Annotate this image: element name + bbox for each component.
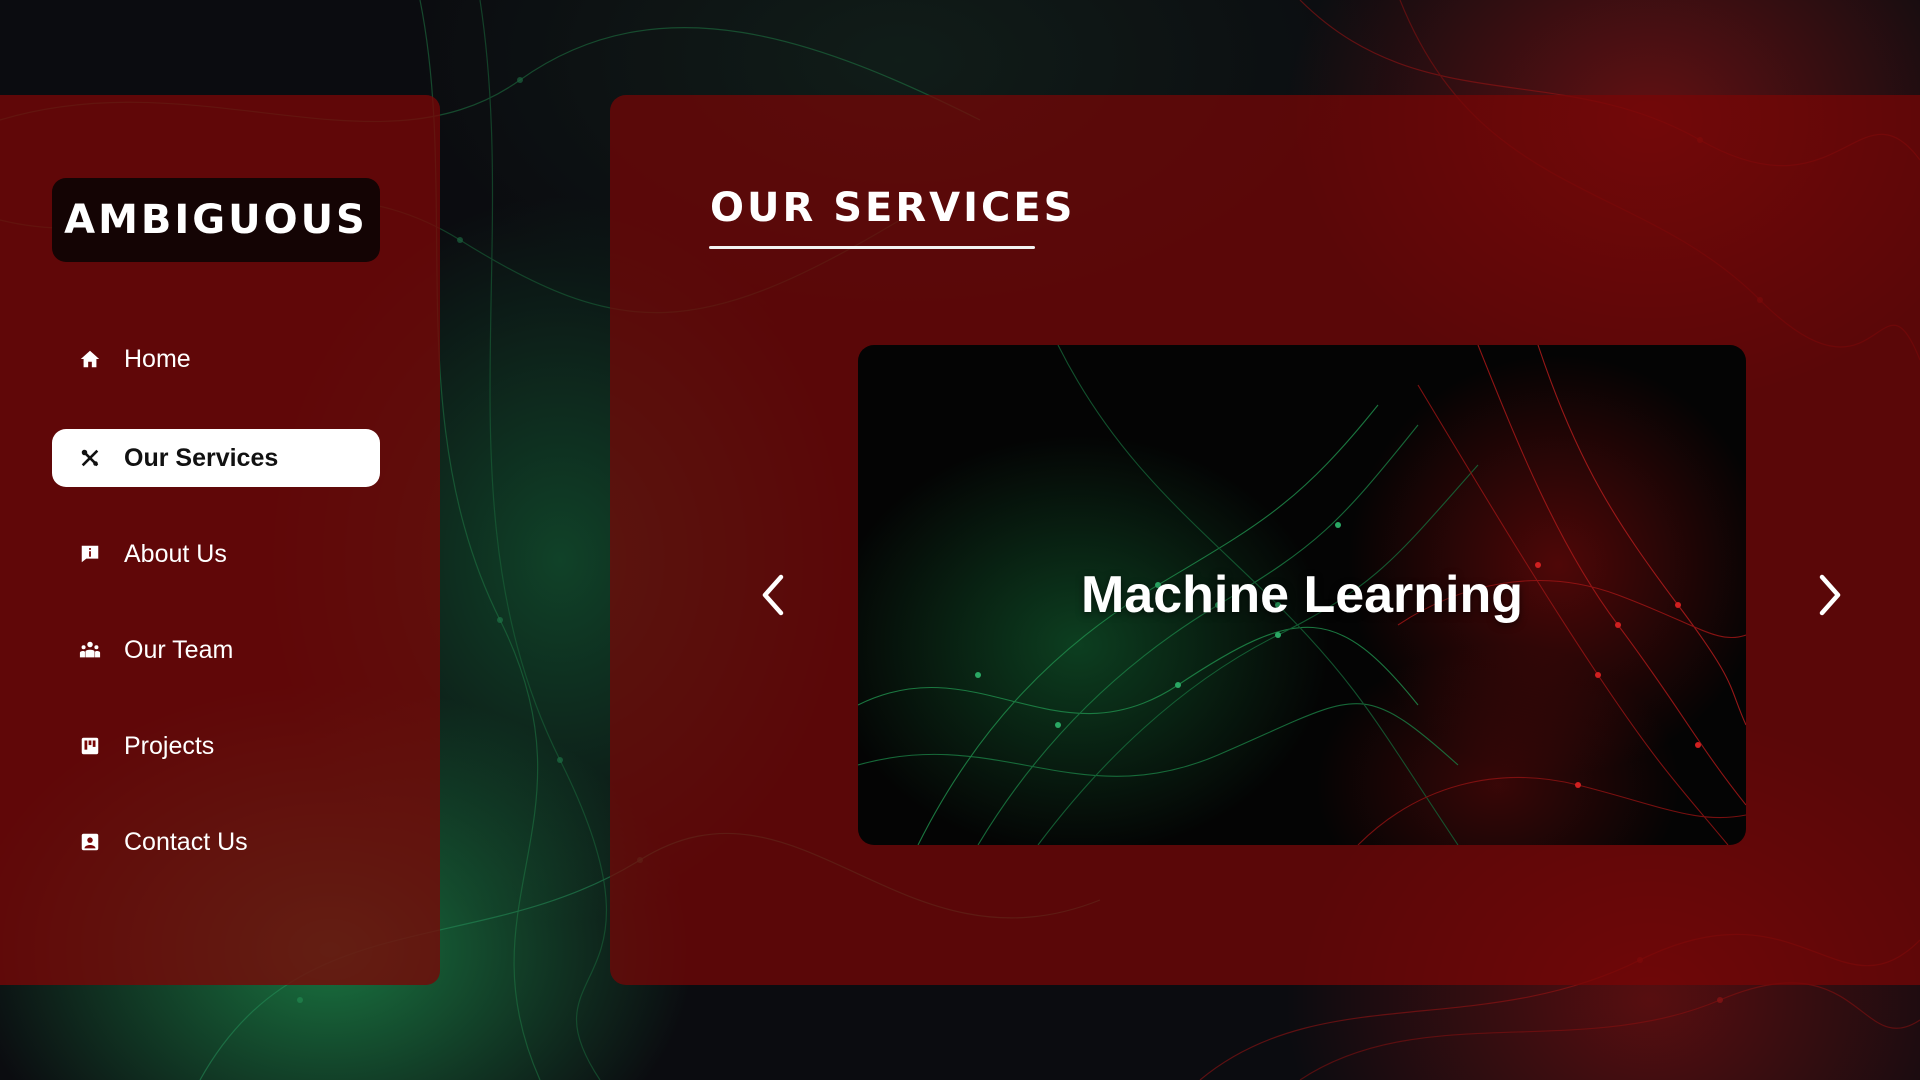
- sidebar: AMBIGUOUS Home Our Services About Us Our…: [0, 95, 440, 985]
- sidebar-item-our-services[interactable]: Our Services: [52, 429, 380, 487]
- title-underline: [709, 246, 1035, 249]
- chevron-right-icon: [1819, 574, 1841, 616]
- sidebar-item-label: Contact Us: [124, 827, 248, 856]
- tools-icon: [79, 447, 101, 469]
- sidebar-item-label: Our Services: [124, 443, 279, 472]
- team-icon: [79, 639, 101, 661]
- sidebar-item-contact-us[interactable]: Contact Us: [52, 813, 380, 871]
- slide-title: Machine Learning: [1080, 566, 1524, 624]
- home-icon: [79, 348, 101, 370]
- section-title: OUR SERVICES: [710, 185, 1076, 231]
- carousel-next-button[interactable]: [1806, 565, 1856, 625]
- sidebar-item-label: Our Team: [124, 635, 234, 664]
- carousel-prev-button[interactable]: [747, 565, 797, 625]
- info-icon: [79, 543, 101, 565]
- contact-icon: [79, 831, 101, 853]
- sidebar-item-home[interactable]: Home: [52, 330, 380, 388]
- sidebar-item-label: Projects: [124, 731, 215, 760]
- sidebar-item-label: About Us: [124, 539, 227, 568]
- sidebar-item-projects[interactable]: Projects: [52, 717, 380, 775]
- sidebar-item-our-team[interactable]: Our Team: [52, 621, 380, 679]
- sidebar-item-about-us[interactable]: About Us: [52, 525, 380, 583]
- projects-icon: [79, 735, 101, 757]
- brand-logo[interactable]: AMBIGUOUS: [52, 178, 380, 262]
- services-panel: OUR SERVICES Machine Learning: [610, 95, 1920, 985]
- sidebar-item-label: Home: [124, 344, 191, 373]
- chevron-left-icon: [762, 574, 784, 616]
- carousel-slide[interactable]: Machine Learning: [858, 345, 1746, 845]
